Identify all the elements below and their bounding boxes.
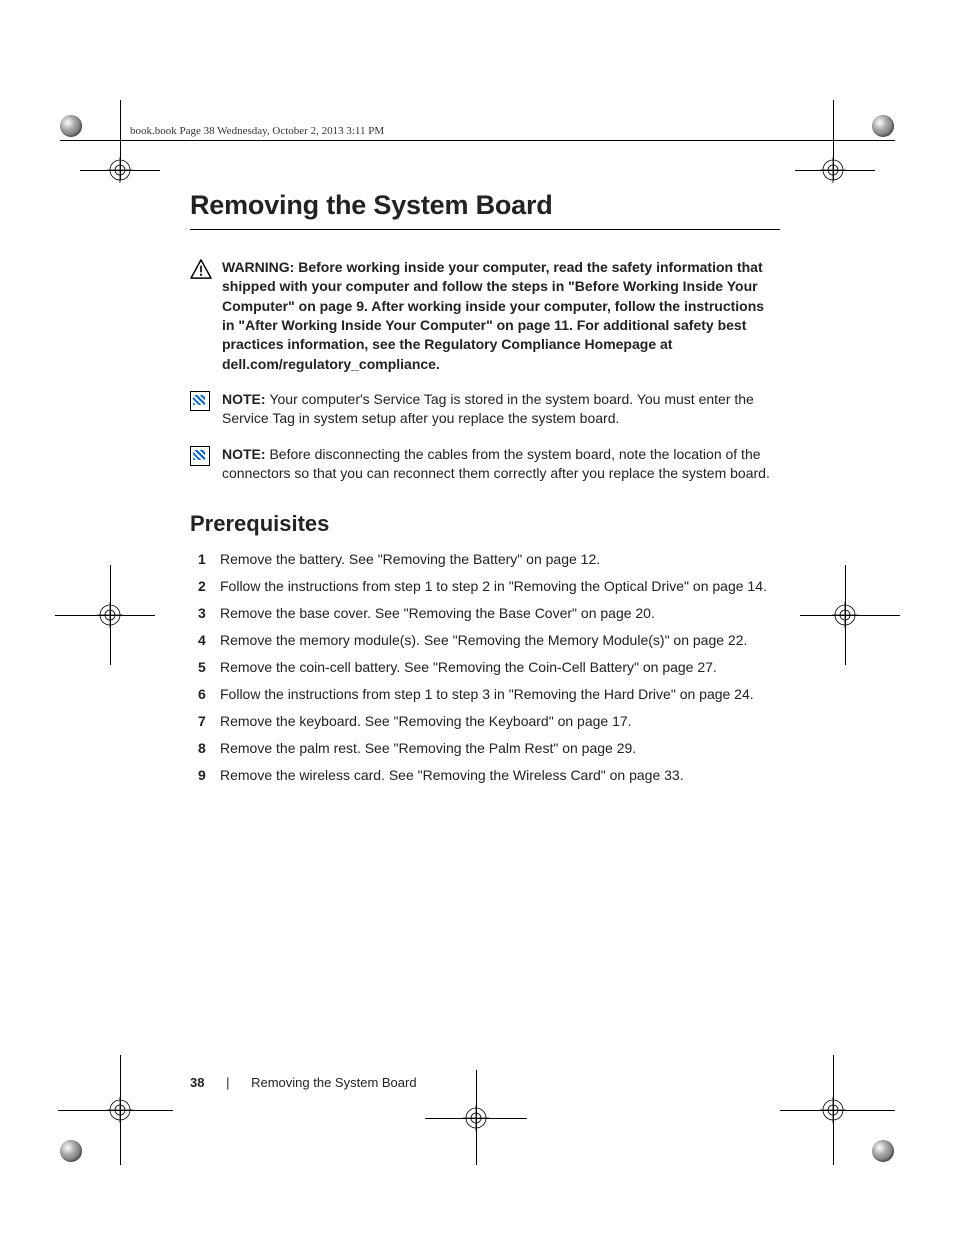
note-icon bbox=[190, 391, 214, 411]
sphere-decoration-icon bbox=[872, 1140, 894, 1162]
note-text: Before disconnecting the cables from the… bbox=[222, 446, 770, 481]
note-callout-2: NOTE: Before disconnecting the cables fr… bbox=[190, 445, 780, 484]
register-target-icon bbox=[832, 602, 858, 628]
register-target-icon bbox=[820, 157, 846, 183]
warning-callout: WARNING: Before working inside your comp… bbox=[190, 258, 780, 374]
register-target-icon bbox=[820, 1097, 846, 1123]
note-icon bbox=[190, 446, 214, 466]
sphere-decoration-icon bbox=[60, 115, 82, 137]
register-target-icon bbox=[463, 1105, 489, 1131]
footer-title: Removing the System Board bbox=[251, 1075, 416, 1090]
list-item: Remove the palm rest. See "Removing the … bbox=[190, 738, 780, 759]
note-callout-1: NOTE: Your computer's Service Tag is sto… bbox=[190, 390, 780, 429]
note-label: NOTE: bbox=[222, 391, 269, 407]
note-text: Your computer's Service Tag is stored in… bbox=[222, 391, 754, 426]
page-number: 38 bbox=[190, 1075, 204, 1090]
prerequisites-list: Remove the battery. See "Removing the Ba… bbox=[190, 549, 780, 786]
note-label: NOTE: bbox=[222, 446, 269, 462]
list-item: Remove the base cover. See "Removing the… bbox=[190, 603, 780, 624]
list-item: Follow the instructions from step 1 to s… bbox=[190, 576, 780, 597]
list-item: Remove the memory module(s). See "Removi… bbox=[190, 630, 780, 651]
sphere-decoration-icon bbox=[872, 115, 894, 137]
list-item: Remove the keyboard. See "Removing the K… bbox=[190, 711, 780, 732]
warning-icon bbox=[190, 259, 214, 284]
footer-separator: | bbox=[226, 1075, 229, 1090]
title-rule bbox=[190, 229, 780, 230]
sphere-decoration-icon bbox=[60, 1140, 82, 1162]
register-target-icon bbox=[97, 602, 123, 628]
warning-label: WARNING: bbox=[222, 259, 298, 275]
section-title: Prerequisites bbox=[190, 511, 780, 537]
register-target-icon bbox=[107, 1097, 133, 1123]
page-content: Removing the System Board WARNING: Befor… bbox=[190, 120, 780, 792]
warning-text: Before working inside your computer, rea… bbox=[222, 259, 764, 372]
page-title: Removing the System Board bbox=[190, 190, 780, 221]
page-footer: 38 | Removing the System Board bbox=[190, 1075, 417, 1090]
list-item: Follow the instructions from step 1 to s… bbox=[190, 684, 780, 705]
list-item: Remove the battery. See "Removing the Ba… bbox=[190, 549, 780, 570]
list-item: Remove the wireless card. See "Removing … bbox=[190, 765, 780, 786]
register-target-icon bbox=[107, 157, 133, 183]
list-item: Remove the coin-cell battery. See "Remov… bbox=[190, 657, 780, 678]
